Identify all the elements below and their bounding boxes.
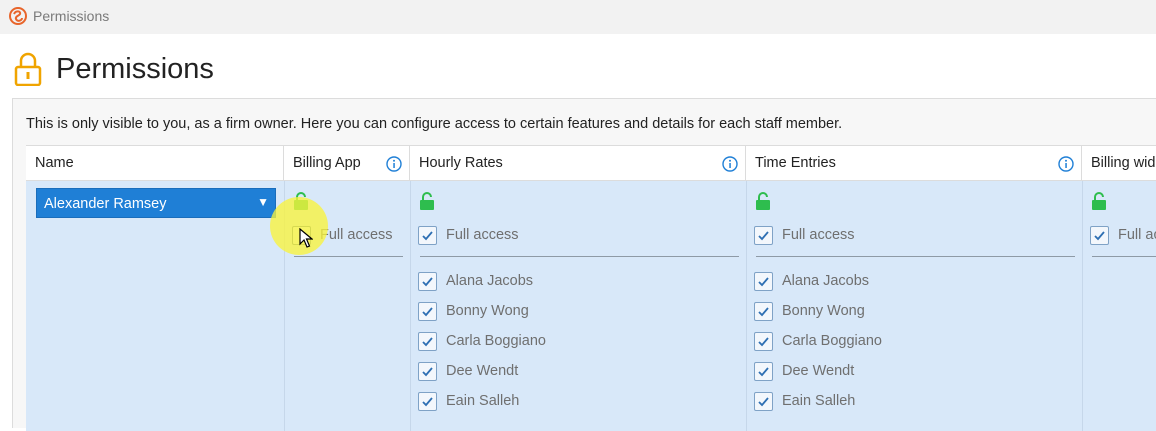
staff-name: Bonny Wong [446, 303, 529, 319]
checkbox-label: Full access [1118, 227, 1156, 243]
checkbox[interactable] [754, 332, 773, 351]
column-header-billing-widget[interactable]: Billing wid [1082, 146, 1156, 181]
checkbox[interactable] [754, 272, 773, 291]
column-label-name: Name [35, 155, 74, 171]
divider [756, 256, 1075, 257]
divider [1092, 256, 1156, 257]
app-logo-icon [9, 7, 27, 25]
checkbox[interactable] [754, 392, 773, 411]
hourly-rates-staff-item[interactable]: Alana Jacobs [418, 271, 618, 293]
column-header-name[interactable]: Name [26, 146, 284, 181]
staff-name: Carla Boggiano [782, 333, 882, 349]
hourly-rates-staff-item[interactable]: Carla Boggiano [418, 331, 618, 353]
staff-name: Dee Wendt [446, 363, 519, 379]
title-bar: Permissions [0, 0, 1156, 34]
checkbox[interactable] [754, 362, 773, 381]
column-label-time-entries: Time Entries [755, 155, 836, 171]
checkbox[interactable] [1090, 226, 1109, 245]
column-separator [1082, 181, 1083, 431]
grid-header: Name Billing App Hourly Rates Time Entri… [26, 145, 1156, 181]
unlock-icon [756, 192, 770, 210]
divider [420, 256, 739, 257]
divider [294, 256, 403, 257]
checkbox[interactable] [418, 302, 437, 321]
staff-dropdown-value: Alexander Ramsey [44, 196, 167, 212]
time-entries-staff-item[interactable]: Eain Salleh [754, 391, 954, 413]
staff-name: Eain Salleh [446, 393, 520, 409]
time-entries-staff-item[interactable]: Bonny Wong [754, 301, 954, 323]
staff-name: Carla Boggiano [446, 333, 546, 349]
page-title: Permissions [56, 53, 214, 85]
column-label-hourly-rates: Hourly Rates [419, 155, 503, 171]
column-label-billing-widget: Billing wid [1091, 155, 1156, 171]
checkbox-label: Full access [446, 227, 519, 243]
window-title: Permissions [33, 8, 110, 24]
staff-name: Alana Jacobs [446, 273, 534, 289]
info-icon[interactable] [1058, 156, 1074, 172]
checkbox[interactable] [418, 362, 437, 381]
lock-icon [14, 52, 42, 86]
column-header-time-entries[interactable]: Time Entries [746, 146, 1082, 181]
staff-dropdown[interactable]: Alexander Ramsey ▼ [36, 188, 276, 218]
staff-name: Eain Salleh [782, 393, 856, 409]
time-entries-full-access[interactable]: Full access [754, 225, 954, 247]
permissions-grid: Name Billing App Hourly Rates Time Entri… [26, 145, 1156, 431]
info-icon[interactable] [386, 156, 402, 172]
hourly-rates-full-access[interactable]: Full access [418, 225, 618, 247]
intro-text: This is only visible to you, as a firm o… [26, 116, 843, 132]
hourly-rates-staff-item[interactable]: Eain Salleh [418, 391, 618, 413]
column-label-billing-app: Billing App [293, 155, 361, 171]
checkbox[interactable] [418, 226, 437, 245]
billing-widget-full-access[interactable]: Full access [1090, 225, 1156, 247]
info-icon[interactable] [722, 156, 738, 172]
checkbox[interactable] [418, 272, 437, 291]
mouse-cursor-icon [299, 228, 313, 248]
hourly-rates-staff-item[interactable]: Bonny Wong [418, 301, 618, 323]
unlock-icon [1092, 192, 1106, 210]
time-entries-staff-item[interactable]: Dee Wendt [754, 361, 954, 383]
staff-name: Bonny Wong [782, 303, 865, 319]
column-separator [410, 181, 411, 431]
checkbox-label: Full access [320, 227, 393, 243]
hourly-rates-staff-item[interactable]: Dee Wendt [418, 361, 618, 383]
column-header-billing-app[interactable]: Billing App [284, 146, 410, 181]
checkbox[interactable] [754, 302, 773, 321]
staff-name: Dee Wendt [782, 363, 855, 379]
chevron-down-icon: ▼ [257, 195, 269, 209]
time-entries-staff-item[interactable]: Carla Boggiano [754, 331, 954, 353]
unlock-icon [420, 192, 434, 210]
column-header-hourly-rates[interactable]: Hourly Rates [410, 146, 746, 181]
checkbox[interactable] [754, 226, 773, 245]
checkbox-label: Full access [782, 227, 855, 243]
page-header: Permissions [0, 34, 1156, 98]
column-separator [746, 181, 747, 431]
time-entries-staff-item[interactable]: Alana Jacobs [754, 271, 954, 293]
checkbox[interactable] [418, 332, 437, 351]
staff-name: Alana Jacobs [782, 273, 870, 289]
checkbox[interactable] [418, 392, 437, 411]
